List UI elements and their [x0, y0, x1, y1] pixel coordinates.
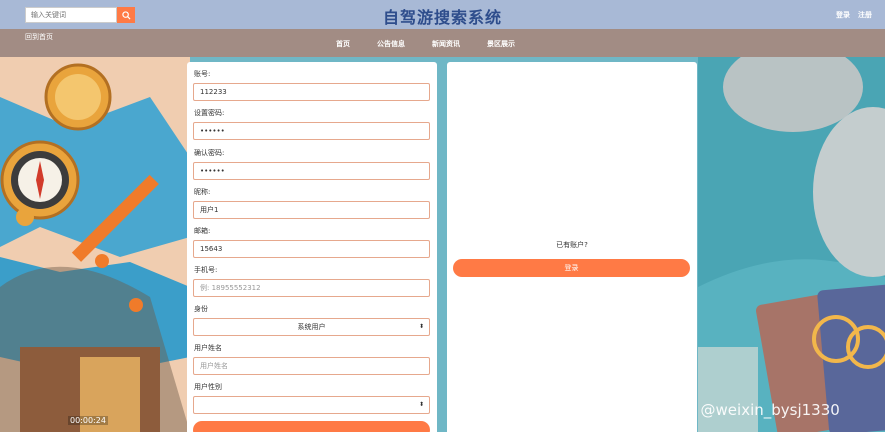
- login-link[interactable]: 登录: [836, 10, 850, 20]
- phone-input[interactable]: [193, 279, 430, 297]
- confirm-password-input[interactable]: [193, 162, 430, 180]
- password-label: 设置密码:: [194, 109, 225, 117]
- nav-bar: 回到首页 首页 公告信息 新闻资讯 景区展示: [0, 29, 885, 57]
- gender-label: 用户性别: [194, 383, 222, 391]
- identity-label: 身份: [194, 305, 208, 313]
- back-home-link[interactable]: 回到首页: [25, 32, 53, 42]
- email-input[interactable]: [193, 240, 430, 258]
- video-timestamp: 00:00:24: [68, 416, 108, 425]
- nav-item-news[interactable]: 新闻资讯: [432, 39, 460, 49]
- register-button[interactable]: [193, 421, 430, 432]
- login-button[interactable]: 登录: [453, 259, 690, 277]
- compass-illustration: [0, 57, 190, 432]
- select-arrow-icon: ⬍: [418, 401, 424, 408]
- nickname-label: 昵称:: [194, 188, 211, 196]
- password-input[interactable]: [193, 122, 430, 140]
- confirm-password-label: 确认密码:: [194, 149, 225, 157]
- top-bar: 自驾游搜索系统 登录 注册: [0, 0, 885, 29]
- identity-value: 系统用户: [297, 323, 326, 331]
- passport-illustration: [698, 57, 885, 432]
- name-label: 用户姓名: [194, 344, 222, 352]
- nav-item-announcements[interactable]: 公告信息: [377, 39, 405, 49]
- watermark: CSDN @weixin_bysj1330: [653, 401, 840, 419]
- identity-select[interactable]: 系统用户 ⬍: [193, 318, 430, 336]
- nav-item-scenic[interactable]: 景区展示: [487, 39, 515, 49]
- account-input[interactable]: [193, 83, 430, 101]
- gender-select[interactable]: ⬍: [193, 396, 430, 414]
- phone-label: 手机号:: [194, 266, 218, 274]
- account-label: 账号:: [194, 70, 211, 78]
- register-form: 账号: 设置密码: 确认密码: 昵称: 邮箱: 手机号: 身份 系统用户 ⬍ 用…: [187, 62, 437, 432]
- background-illustration: [0, 57, 885, 432]
- email-label: 邮箱:: [194, 227, 211, 235]
- nickname-input[interactable]: [193, 201, 430, 219]
- name-input[interactable]: [193, 357, 430, 375]
- have-account-text: 已有账户?: [556, 241, 588, 249]
- select-arrow-icon: ⬍: [418, 323, 424, 330]
- register-link[interactable]: 注册: [858, 10, 872, 20]
- site-title: 自驾游搜索系统: [382, 8, 502, 27]
- login-panel: 已有账户? 登录: [447, 62, 697, 432]
- nav-item-home[interactable]: 首页: [336, 39, 350, 49]
